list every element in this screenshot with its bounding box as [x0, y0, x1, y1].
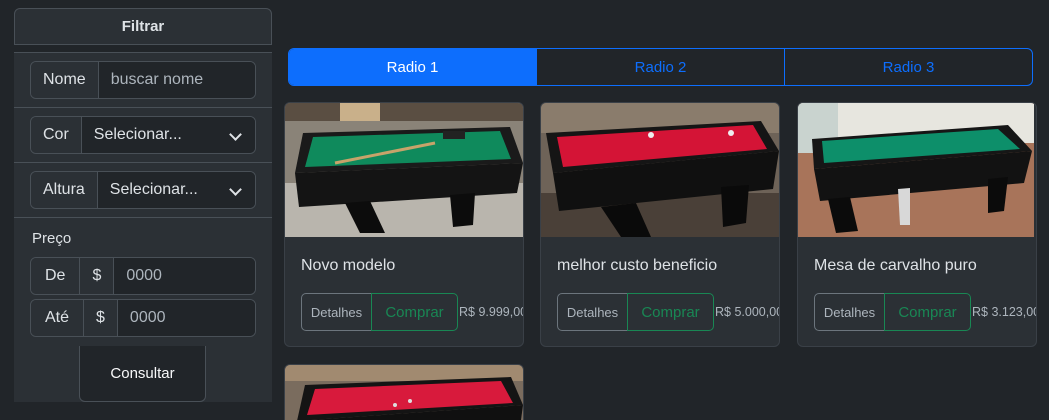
- product-actions: Detalhes Comprar R$ 5.000,00: [557, 293, 780, 331]
- product-image: [285, 103, 523, 237]
- pool-table-image: [285, 103, 523, 237]
- price-from-group: De $ 0000: [30, 257, 256, 295]
- price-filter: Preço De $ 0000 Até $ 0000: [14, 218, 272, 345]
- price-label: Preço: [32, 230, 72, 247]
- price-to-label: Até: [31, 300, 85, 336]
- details-button[interactable]: Detalhes: [814, 293, 885, 331]
- radio-2[interactable]: Radio 2: [537, 49, 785, 85]
- product-price: R$ 3.123,00: [972, 305, 1037, 319]
- product-title: melhor custo beneficio: [557, 257, 718, 274]
- details-button[interactable]: Detalhes: [557, 293, 628, 331]
- price-from-label: De: [31, 258, 81, 294]
- buy-button[interactable]: Comprar: [371, 293, 458, 331]
- height-select[interactable]: Selecionar...: [97, 172, 255, 208]
- color-select[interactable]: Selecionar...: [81, 117, 255, 153]
- product-card: Novo modelo Detalhes Comprar R$ 9.999,00: [284, 102, 524, 347]
- pool-table-image: [541, 103, 779, 237]
- name-label: Nome: [31, 62, 99, 98]
- product-card: [284, 364, 524, 420]
- product-image: [541, 103, 779, 237]
- height-select-group: Altura Selecionar...: [30, 171, 256, 209]
- product-title: Mesa de carvalho puro: [814, 257, 977, 274]
- consult-button[interactable]: Consultar: [79, 346, 206, 402]
- product-card: melhor custo beneficio Detalhes Comprar …: [540, 102, 780, 347]
- name-filter-row: Nome buscar nome: [14, 53, 272, 108]
- chevron-down-icon: [229, 184, 241, 196]
- filter-panel: Nome buscar nome Cor Selecionar... Altur…: [14, 52, 272, 346]
- currency-symbol: $: [84, 300, 118, 336]
- name-input-group: Nome buscar nome: [30, 61, 256, 99]
- product-actions: Detalhes Comprar R$ 3.123,00: [814, 293, 1037, 331]
- product-actions: Detalhes Comprar R$ 9.999,00: [301, 293, 524, 331]
- product-title: Novo modelo: [301, 257, 396, 274]
- product-price: R$ 9.999,00: [459, 305, 524, 319]
- price-from-input[interactable]: 0000: [114, 258, 255, 294]
- radio-1[interactable]: Radio 1: [289, 49, 537, 85]
- submit-area: Consultar: [14, 346, 272, 402]
- chevron-down-icon: [229, 129, 241, 141]
- product-card: Mesa de carvalho puro Detalhes Comprar R…: [797, 102, 1037, 347]
- height-filter-row: Altura Selecionar...: [14, 163, 272, 218]
- pool-table-image: [285, 365, 523, 420]
- color-label: Cor: [31, 117, 82, 153]
- product-image: [285, 365, 523, 420]
- color-select-group: Cor Selecionar...: [30, 116, 256, 154]
- height-select-value: Selecionar...: [109, 181, 198, 198]
- buy-button[interactable]: Comprar: [884, 293, 971, 331]
- name-search-input[interactable]: buscar nome: [98, 62, 255, 98]
- buy-button[interactable]: Comprar: [627, 293, 714, 331]
- color-filter-row: Cor Selecionar...: [14, 108, 272, 163]
- radio-3[interactable]: Radio 3: [785, 49, 1032, 85]
- price-to-input[interactable]: 0000: [117, 300, 255, 336]
- price-to-group: Até $ 0000: [30, 299, 256, 337]
- height-label: Altura: [31, 172, 98, 208]
- details-button[interactable]: Detalhes: [301, 293, 372, 331]
- color-select-value: Selecionar...: [93, 126, 182, 143]
- currency-symbol: $: [80, 258, 115, 294]
- filter-header: Filtrar: [14, 8, 272, 45]
- product-image: [798, 103, 1036, 237]
- pool-table-image: [798, 103, 1034, 237]
- radio-toggle-group: Radio 1 Radio 2 Radio 3: [288, 48, 1033, 86]
- product-price: R$ 5.000,00: [715, 305, 780, 319]
